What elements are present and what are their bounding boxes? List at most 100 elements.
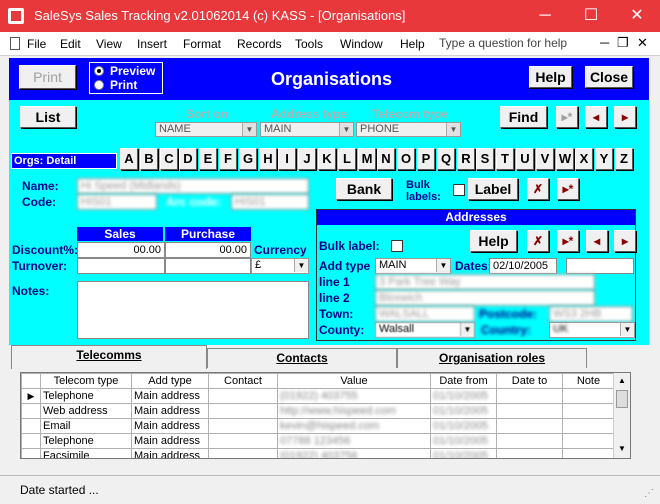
postcode-field[interactable]: WS3 2HB <box>549 306 633 322</box>
letter-n-button[interactable]: N <box>377 148 395 170</box>
address-type-select[interactable]: MAIN ▼ <box>260 122 354 137</box>
row-marker[interactable] <box>21 418 41 434</box>
letter-z-button[interactable]: Z <box>615 148 633 170</box>
letter-c-button[interactable]: C <box>160 148 178 170</box>
line2-field[interactable]: Bloxwich <box>375 290 595 306</box>
date-from-field[interactable]: 02/10/2005 <box>489 258 557 274</box>
add-type-cell[interactable]: Main address <box>131 403 209 419</box>
address-next-icon[interactable]: ▸ <box>614 230 636 252</box>
address-prev-icon[interactable]: ◂ <box>586 230 608 252</box>
col-contact[interactable]: Contact <box>208 373 278 389</box>
code-field[interactable]: HIS01 <box>77 194 157 210</box>
date-to-field[interactable] <box>566 258 634 274</box>
menu-help[interactable]: Help <box>400 37 425 51</box>
address-bulk-label-checkbox[interactable] <box>391 240 403 252</box>
mdi-minimize-icon[interactable]: ─ <box>600 35 609 50</box>
currency-select[interactable]: £ ▼ <box>251 258 309 274</box>
address-delete-icon[interactable]: ✗ <box>527 230 549 252</box>
note-cell[interactable] <box>562 418 615 434</box>
ask-question-input[interactable]: Type a question for help <box>439 36 567 50</box>
letter-a-button[interactable]: A <box>120 148 138 170</box>
document-icon[interactable] <box>10 37 20 50</box>
letter-d-button[interactable]: D <box>179 148 197 170</box>
purchase-discount-field[interactable]: 00.00 <box>165 242 251 258</box>
county-select[interactable]: Walsall ▼ <box>375 322 475 338</box>
note-cell[interactable] <box>562 433 615 449</box>
value-cell[interactable]: kevin@hispeed.com <box>277 418 431 434</box>
purchase-turnover-field[interactable] <box>165 258 251 274</box>
bulk-labels-checkbox[interactable] <box>453 184 465 196</box>
letter-l-button[interactable]: L <box>338 148 356 170</box>
delete-record-icon[interactable]: ✗ <box>527 178 549 200</box>
letter-u-button[interactable]: U <box>516 148 534 170</box>
list-button[interactable]: List <box>20 106 76 128</box>
add-type-cell[interactable]: Main address <box>131 388 209 404</box>
add-type-cell[interactable]: Main address <box>131 418 209 434</box>
letter-k-button[interactable]: K <box>318 148 336 170</box>
date-to-cell[interactable] <box>496 403 563 419</box>
date-to-cell[interactable] <box>496 388 563 404</box>
country-select[interactable]: UK ▼ <box>549 322 635 338</box>
table-row[interactable]: Email Main address kevin@hispeed.com 01/10/… <box>21 418 615 434</box>
table-row[interactable]: Facsimile Main address (01922) 403756 01/10… <box>21 448 615 458</box>
row-marker[interactable] <box>21 403 41 419</box>
scroll-up-icon[interactable]: ▲ <box>614 373 630 389</box>
letter-o-button[interactable]: O <box>397 148 415 170</box>
value-cell[interactable]: (01922) 403755 <box>277 388 431 404</box>
name-field[interactable]: Hi Speed (Midlands) <box>77 178 309 194</box>
print-radio[interactable] <box>94 80 104 90</box>
prev-record-icon[interactable]: ◂ <box>585 106 607 128</box>
letter-t-button[interactable]: T <box>496 148 514 170</box>
date-to-cell[interactable] <box>496 418 563 434</box>
add-type-cell[interactable]: Main address <box>131 433 209 449</box>
table-row[interactable]: Web address Main address http://www.hispee… <box>21 403 615 419</box>
date-from-cell[interactable]: 01/10/2005 <box>430 418 497 434</box>
letter-h-button[interactable]: H <box>259 148 277 170</box>
date-to-cell[interactable] <box>496 448 563 458</box>
menu-file[interactable]: File <box>27 37 46 51</box>
sort-on-select[interactable]: NAME ▼ <box>155 122 257 137</box>
letter-p-button[interactable]: P <box>417 148 435 170</box>
address-new-icon[interactable]: ▸* <box>557 230 579 252</box>
value-cell[interactable]: 07788 123456 <box>277 433 431 449</box>
telecom-type-cell[interactable]: Web address <box>40 403 132 419</box>
find-button[interactable]: Find <box>500 106 547 128</box>
telecom-type-cell[interactable]: Telephone <box>40 388 132 404</box>
letter-s-button[interactable]: S <box>476 148 494 170</box>
help-button[interactable]: Help <box>529 66 572 88</box>
date-from-cell[interactable]: 01/10/2005 <box>430 448 497 458</box>
add-type-cell[interactable]: Main address <box>131 448 209 458</box>
letter-i-button[interactable]: I <box>278 148 296 170</box>
letter-j-button[interactable]: J <box>298 148 316 170</box>
maximize-button[interactable]: ☐ <box>568 0 614 32</box>
close-window-button[interactable]: ✕ <box>614 0 660 32</box>
telecom-type-cell[interactable]: Facsimile <box>40 448 132 458</box>
contact-cell[interactable] <box>208 388 278 404</box>
date-to-cell[interactable] <box>496 433 563 449</box>
mdi-close-icon[interactable]: ✕ <box>637 35 648 51</box>
resize-grip-icon[interactable]: ⋰ <box>644 488 654 499</box>
col-date-from[interactable]: Date from <box>430 373 497 389</box>
note-cell[interactable] <box>562 388 615 404</box>
date-from-cell[interactable]: 01/10/2005 <box>430 403 497 419</box>
tab-telecomms[interactable]: Telecomms <box>11 345 207 369</box>
close-button[interactable]: Close <box>585 66 633 88</box>
col-add-type[interactable]: Add type <box>131 373 209 389</box>
minimize-button[interactable]: ─ <box>522 0 568 32</box>
letter-f-button[interactable]: F <box>219 148 237 170</box>
tab-contacts[interactable]: Contacts <box>207 348 397 368</box>
add-type-select[interactable]: MAIN ▼ <box>375 258 451 274</box>
letter-v-button[interactable]: V <box>536 148 554 170</box>
letter-e-button[interactable]: E <box>199 148 217 170</box>
table-row[interactable]: Telephone Main address 07788 123456 01/10/2… <box>21 433 615 449</box>
col-note[interactable]: Note <box>562 373 615 389</box>
date-from-cell[interactable]: 01/10/2005 <box>430 388 497 404</box>
letter-w-button[interactable]: W <box>556 148 574 170</box>
letter-q-button[interactable]: Q <box>437 148 455 170</box>
menu-view[interactable]: View <box>96 37 122 51</box>
new-org-icon[interactable]: ▸* <box>557 178 579 200</box>
value-cell[interactable]: http://www.hispeed.com <box>277 403 431 419</box>
contact-cell[interactable] <box>208 448 278 458</box>
telecom-type-select[interactable]: PHONE ▼ <box>356 122 461 137</box>
contact-cell[interactable] <box>208 403 278 419</box>
